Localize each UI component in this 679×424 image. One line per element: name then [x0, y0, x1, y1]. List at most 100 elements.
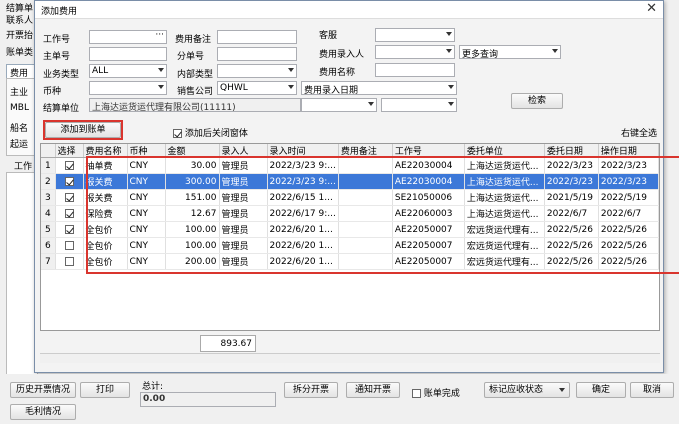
- horizontal-scrollbar[interactable]: [40, 353, 660, 363]
- chevron-down-icon: [446, 49, 452, 53]
- fee-entry-person-select[interactable]: [375, 45, 455, 59]
- fee-grid: 选择 费用名称 币种 金额 录入人 录入时间 费用备注 工作号 委托单位 委托日期 操作日期 1 抽单…: [40, 143, 679, 331]
- row-select-cell[interactable]: [55, 221, 84, 238]
- date-to-select[interactable]: [381, 98, 457, 112]
- chevron-down-icon: [552, 49, 558, 53]
- total-value: 0.00: [140, 392, 276, 407]
- master-no-label: 主单号: [43, 52, 71, 62]
- sub-no-label: 分单号: [177, 52, 205, 62]
- row-select-cell[interactable]: [55, 253, 84, 270]
- bg-label-vessel: 船名: [10, 124, 29, 134]
- fee-note-input[interactable]: [217, 30, 297, 44]
- cancel-button[interactable]: 取消: [630, 382, 674, 398]
- chevron-down-icon: [368, 102, 374, 106]
- row-checkbox[interactable]: [64, 192, 74, 202]
- bottom-toolbar: 历史开票情况 打印 总计: 0.00 拆分开票 通知开票 账单完成 标记应收状态…: [0, 374, 679, 424]
- customer-service-label: 客服: [319, 31, 338, 41]
- sub-no-input[interactable]: [217, 47, 297, 61]
- close-after-add-checkbox[interactable]: [173, 129, 182, 138]
- row-select-cell[interactable]: [55, 237, 84, 254]
- mark-status-label: 标记应收状态: [489, 385, 544, 395]
- row-number: 4: [41, 205, 56, 222]
- close-after-add-label: 添加后关闭窗体: [184, 129, 248, 139]
- fee-entry-person-label: 费用录入人: [319, 50, 365, 60]
- add-to-bill-button[interactable]: 添加到账单: [45, 122, 121, 138]
- bg-label-main: 主业: [10, 88, 29, 98]
- print-button[interactable]: 打印: [80, 382, 130, 398]
- highlight-fee-rows: [86, 156, 679, 274]
- bg-label-contact: 联系人: [6, 16, 34, 26]
- bill-complete-label: 账单完成: [423, 389, 460, 399]
- bg-label-work: 工作: [14, 162, 33, 172]
- row-number: 5: [41, 221, 56, 238]
- internal-type-label: 内部类型: [177, 70, 214, 80]
- row-checkbox[interactable]: [64, 208, 74, 218]
- currency-label: 币种: [43, 87, 62, 97]
- gross-profit-button[interactable]: 毛利情况: [10, 404, 76, 420]
- date-from-select[interactable]: [301, 98, 377, 112]
- row-checkbox[interactable]: [64, 240, 74, 250]
- sales-company-select[interactable]: QHWL: [217, 81, 297, 95]
- close-after-add-option[interactable]: 添加后关闭窗体: [173, 126, 248, 139]
- internal-type-select[interactable]: [217, 64, 297, 78]
- confirm-button[interactable]: 确定: [576, 382, 626, 398]
- chevron-down-icon: [448, 85, 454, 89]
- bg-tab-fee[interactable]: 费用: [6, 64, 36, 79]
- row-number: 1: [41, 157, 56, 174]
- currency-select[interactable]: [89, 81, 167, 95]
- dialog-titlebar[interactable]: 添加费用 ✕: [35, 1, 663, 19]
- customer-service-select[interactable]: [375, 28, 455, 42]
- row-number: 7: [41, 253, 56, 270]
- fee-note-label: 费用备注: [175, 35, 212, 45]
- row-number: 6: [41, 237, 56, 254]
- row-checkbox[interactable]: [64, 224, 74, 234]
- grid-total-amount: 893.67: [200, 335, 256, 352]
- job-no-label: 工作号: [43, 35, 71, 45]
- total-label: 总计:: [142, 382, 164, 392]
- search-button[interactable]: 检索: [511, 93, 563, 109]
- close-icon[interactable]: ✕: [646, 2, 657, 16]
- chevron-down-icon: [559, 388, 565, 392]
- mark-status-dropdown[interactable]: 标记应收状态: [484, 382, 570, 398]
- job-no-input[interactable]: ···: [89, 30, 167, 44]
- row-select-cell[interactable]: [55, 189, 84, 206]
- master-no-input[interactable]: [89, 47, 167, 61]
- bill-complete-option[interactable]: 账单完成: [412, 386, 460, 399]
- fee-name-input[interactable]: [375, 63, 455, 77]
- fee-name-label: 费用名称: [319, 68, 356, 78]
- settle-unit-label: 结算单位: [43, 104, 80, 114]
- column-header[interactable]: 选择: [55, 144, 84, 158]
- chevron-down-icon: [288, 85, 294, 89]
- chevron-down-icon: [448, 102, 454, 106]
- add-fee-dialog: 添加费用 ✕ 工作号 ··· 费用备注 客服 主单号 分单号 费用录入人 更多查…: [34, 0, 679, 373]
- notify-invoice-button[interactable]: 通知开票: [346, 382, 400, 398]
- split-invoice-button[interactable]: 拆分开票: [284, 382, 338, 398]
- right-click-select-all-hint: 右键全选: [621, 129, 658, 139]
- bg-label-mbl: MBL: [10, 103, 29, 113]
- sales-company-label: 销售公司: [177, 87, 214, 97]
- chevron-down-icon: [158, 85, 164, 89]
- bg-label-bill-type: 账单类: [6, 48, 34, 58]
- bill-complete-checkbox[interactable]: [412, 389, 421, 398]
- ellipsis-icon[interactable]: ···: [155, 31, 164, 40]
- row-select-cell[interactable]: [55, 173, 84, 190]
- chevron-down-icon: [446, 32, 452, 36]
- dialog-title: 添加费用: [41, 7, 78, 17]
- history-invoice-button[interactable]: 历史开票情况: [10, 382, 76, 398]
- chevron-down-icon: [158, 68, 164, 72]
- bg-label-departure: 起运: [10, 140, 29, 150]
- row-number: 2: [41, 173, 56, 190]
- row-select-cell[interactable]: [55, 205, 84, 222]
- fee-entry-date-select[interactable]: 费用录入日期: [301, 81, 457, 95]
- row-checkbox[interactable]: [64, 176, 74, 186]
- row-checkbox[interactable]: [64, 256, 74, 266]
- row-number: 3: [41, 189, 56, 206]
- settle-unit-input[interactable]: 上海达运货运代理有限公司(11111): [89, 98, 301, 112]
- row-checkbox[interactable]: [64, 160, 74, 170]
- business-type-label: 业务类型: [43, 70, 80, 80]
- more-query-select[interactable]: 更多查询: [459, 45, 561, 59]
- bg-label-invoice-title: 开票抬: [6, 31, 34, 41]
- column-header[interactable]: [41, 144, 56, 158]
- row-select-cell[interactable]: [55, 157, 84, 174]
- business-type-select[interactable]: ALL: [89, 64, 167, 78]
